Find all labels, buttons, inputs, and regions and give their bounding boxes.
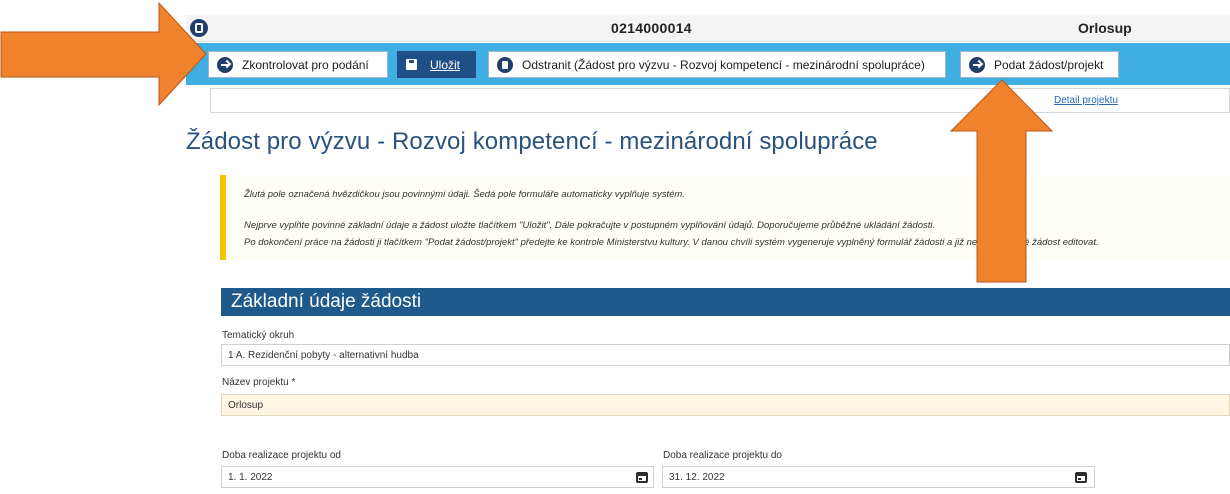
annotation-arrows: [0, 1, 1054, 283]
screen: { "header": { "project_code": "021400001…: [0, 0, 1230, 494]
left-annotation-arrow: [0, 1, 207, 107]
up-annotation-arrow: [949, 79, 1054, 283]
